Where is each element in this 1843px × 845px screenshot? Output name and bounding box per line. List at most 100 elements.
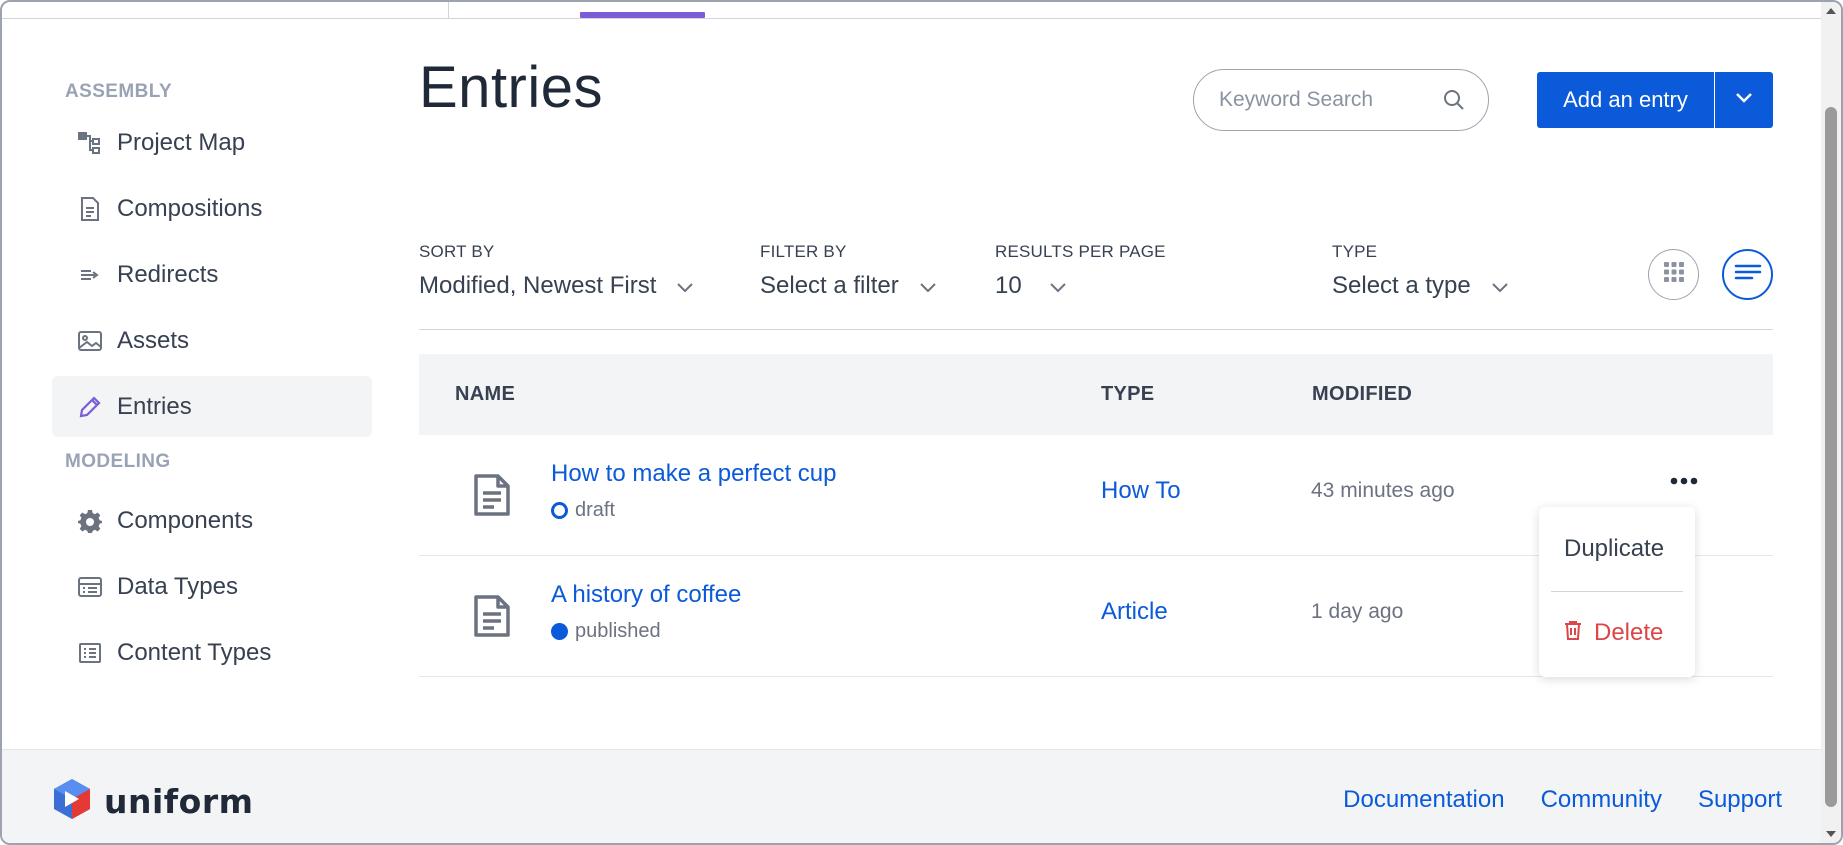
chevron-down-icon	[919, 272, 937, 300]
more-horizontal-icon	[1669, 472, 1699, 490]
content-types-icon	[76, 639, 104, 667]
published-status-icon	[551, 623, 568, 640]
sidebar-item-label: Entries	[117, 392, 192, 420]
search-icon[interactable]	[1442, 88, 1466, 112]
document-icon	[472, 594, 512, 643]
sidebar-item-label: Assets	[117, 326, 190, 354]
sidebar-item-label: Redirects	[117, 260, 219, 288]
brand-name: uniform	[104, 782, 254, 821]
table-header: NAME TYPE MODIFIED	[419, 354, 1773, 435]
status-badge: published	[551, 620, 661, 643]
compositions-icon	[76, 195, 104, 223]
sidebar-item-redirects[interactable]: Redirects	[52, 244, 372, 305]
add-entry-button[interactable]: Add an entry	[1537, 72, 1714, 128]
draft-status-icon	[551, 502, 568, 519]
sidebar-item-label: Components	[117, 506, 254, 534]
sidebar-item-compositions[interactable]: Compositions	[52, 178, 372, 239]
status-label: published	[575, 620, 661, 642]
sort-by-filter: SORT BY Modified, Newest First	[419, 242, 694, 300]
sidebar-item-label: Project Map	[117, 128, 246, 156]
menu-divider	[1551, 591, 1683, 592]
sidebar-item-data-types[interactable]: Data Types	[52, 556, 372, 617]
active-tab-indicator	[580, 12, 705, 18]
sidebar-item-components[interactable]: Components	[52, 490, 372, 551]
tab-divider	[448, 2, 449, 18]
scrollbar-thumb[interactable]	[1825, 107, 1837, 807]
type-label: TYPE	[1332, 242, 1378, 261]
type-value: Select a type	[1332, 272, 1471, 299]
sidebar-item-assets[interactable]: Assets	[52, 310, 372, 371]
chevron-down-icon	[1049, 272, 1067, 300]
filter-by-label: FILTER BY	[760, 242, 847, 261]
type-filter: TYPE Select a type	[1332, 242, 1509, 300]
filters-bar: SORT BY Modified, Newest First FILTER BY…	[419, 242, 1773, 330]
filter-by-select[interactable]: Select a filter	[760, 272, 937, 300]
status-badge: draft	[551, 499, 615, 522]
chevron-down-icon	[1734, 91, 1754, 109]
sidebar-item-label: Data Types	[117, 572, 238, 600]
results-per-page-filter: RESULTS PER PAGE 10	[995, 242, 1166, 300]
sidebar-item-entries[interactable]: Entries	[52, 376, 372, 437]
sidebar-item-label: Content Types	[117, 638, 272, 666]
delete-label: Delete	[1594, 619, 1664, 646]
app-window: ASSEMBLY Project Map Compositions Redire…	[0, 0, 1843, 845]
footer: uniform Documentation Community Support	[2, 749, 1822, 843]
scroll-up-arrow[interactable]	[1826, 8, 1836, 14]
data-types-icon	[76, 573, 104, 601]
column-header-name: NAME	[455, 383, 516, 405]
results-per-page-label: RESULTS PER PAGE	[995, 242, 1166, 261]
list-view-toggle[interactable]	[1722, 249, 1773, 300]
sidebar: ASSEMBLY Project Map Compositions Redire…	[52, 72, 372, 688]
row-actions-menu: Duplicate Delete	[1539, 507, 1695, 677]
gear-icon	[76, 507, 104, 535]
entry-name-link[interactable]: A history of coffee	[551, 581, 741, 609]
type-select[interactable]: Select a type	[1332, 272, 1509, 300]
vertical-scrollbar[interactable]	[1821, 2, 1841, 843]
sidebar-item-project-map[interactable]: Project Map	[52, 112, 372, 173]
sidebar-item-content-types[interactable]: Content Types	[52, 622, 372, 683]
sidebar-item-label: Compositions	[117, 194, 263, 222]
entries-icon	[76, 393, 104, 421]
delete-menu-item[interactable]: Delete	[1564, 619, 1663, 647]
row-actions-button[interactable]	[1664, 471, 1704, 491]
modeling-section-title: MODELING	[65, 451, 171, 472]
grid-view-toggle[interactable]	[1648, 249, 1699, 300]
entry-modified-time: 1 day ago	[1311, 600, 1404, 623]
community-link[interactable]: Community	[1541, 786, 1662, 814]
entry-modified-time: 43 minutes ago	[1311, 479, 1455, 502]
scroll-down-arrow[interactable]	[1826, 831, 1836, 837]
list-icon	[1734, 263, 1762, 286]
status-label: draft	[575, 499, 616, 521]
filter-by-filter: FILTER BY Select a filter	[760, 242, 937, 300]
footer-links: Documentation Community Support	[1343, 786, 1782, 814]
chevron-down-icon	[676, 272, 694, 300]
results-per-page-value: 10	[995, 272, 1022, 299]
documentation-link[interactable]: Documentation	[1343, 786, 1504, 814]
column-header-modified: MODIFIED	[1312, 383, 1413, 405]
results-per-page-select[interactable]: 10	[995, 272, 1166, 300]
redirects-icon	[76, 261, 104, 289]
chevron-down-icon	[1491, 272, 1509, 300]
entry-type-link[interactable]: Article	[1101, 598, 1168, 626]
add-entry-dropdown-button[interactable]	[1715, 72, 1773, 128]
top-tab-strip	[2, 2, 1822, 19]
grid-icon	[1662, 260, 1686, 289]
uniform-logo-icon	[52, 777, 92, 826]
sort-by-value: Modified, Newest First	[419, 272, 657, 299]
keyword-search[interactable]	[1193, 69, 1489, 131]
duplicate-menu-item[interactable]: Duplicate	[1564, 535, 1664, 563]
document-icon	[472, 473, 512, 522]
project-map-icon	[76, 129, 104, 157]
assets-icon	[76, 327, 104, 355]
uniform-logo[interactable]: uniform	[52, 777, 254, 826]
entry-type-link[interactable]: How To	[1101, 477, 1181, 505]
search-input[interactable]	[1219, 88, 1439, 112]
support-link[interactable]: Support	[1698, 786, 1782, 814]
page-title: Entries	[419, 55, 604, 120]
filter-by-value: Select a filter	[760, 272, 899, 299]
sort-by-select[interactable]: Modified, Newest First	[419, 272, 694, 300]
column-header-type: TYPE	[1101, 383, 1155, 405]
assembly-section-title: ASSEMBLY	[65, 81, 173, 102]
sort-by-label: SORT BY	[419, 242, 495, 261]
entry-name-link[interactable]: How to make a perfect cup	[551, 460, 836, 488]
